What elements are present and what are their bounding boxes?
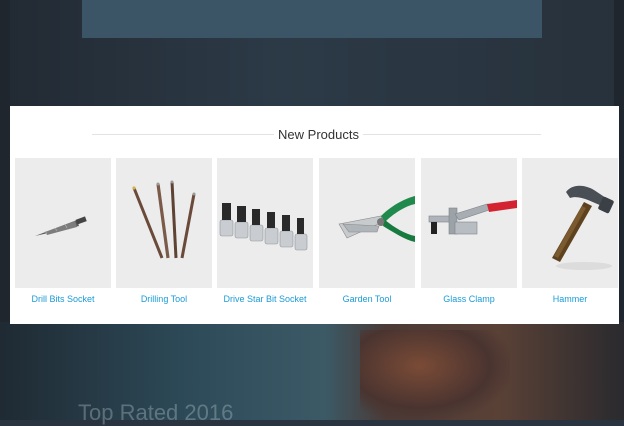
- title-divider-left: [92, 134, 274, 135]
- drilling-tool-icon: [132, 180, 196, 259]
- product-name-link[interactable]: Drilling Tool: [112, 294, 216, 304]
- background-banner: [82, 0, 542, 38]
- product-image[interactable]: [217, 158, 313, 288]
- product-name-link[interactable]: Drive Star Bit Socket: [213, 294, 317, 304]
- product-image[interactable]: [319, 158, 415, 288]
- product-image[interactable]: [522, 158, 618, 288]
- product-name-link[interactable]: Glass Clamp: [417, 294, 521, 304]
- product-image[interactable]: [15, 158, 111, 288]
- product-card[interactable]: Garden Tool: [319, 158, 415, 308]
- drill-bit-icon: [35, 216, 87, 236]
- toggle-clamp-icon: [428, 200, 517, 235]
- product-card[interactable]: Drilling Tool: [116, 158, 212, 308]
- product-name-link[interactable]: Drill Bits Socket: [11, 294, 115, 304]
- background-hero-figure: [360, 330, 510, 420]
- product-card[interactable]: Hammer: [522, 158, 618, 308]
- product-image[interactable]: [421, 158, 517, 288]
- socket-set-icon: [219, 203, 308, 251]
- new-products-modal: New Products Drill Bits Socket Drilling …: [10, 106, 619, 324]
- background-promo-text: Top Rated 2016: [78, 400, 234, 425]
- title-divider-right: [363, 134, 541, 135]
- pruning-shears-icon: [338, 196, 415, 242]
- product-card[interactable]: Glass Clamp: [421, 158, 517, 308]
- product-card[interactable]: Drill Bits Socket: [15, 158, 111, 308]
- product-list: Drill Bits Socket Drilling Tool Drive St…: [15, 158, 619, 308]
- product-name-link[interactable]: Hammer: [518, 294, 622, 304]
- product-image[interactable]: [116, 158, 212, 288]
- hammer-icon: [552, 185, 614, 270]
- product-name-link[interactable]: Garden Tool: [315, 294, 419, 304]
- modal-title: New Products: [278, 127, 359, 142]
- modal-header: New Products: [10, 126, 619, 144]
- product-card[interactable]: Drive Star Bit Socket: [217, 158, 313, 308]
